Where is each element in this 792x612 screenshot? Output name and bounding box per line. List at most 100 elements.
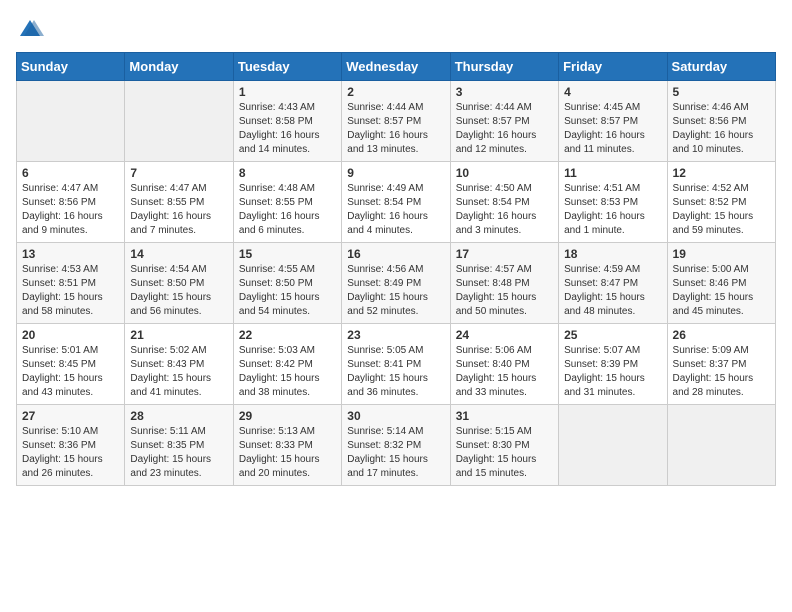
day-info: Sunrise: 4:57 AMSunset: 8:48 PMDaylight:… <box>456 263 553 319</box>
day-number: 14 <box>130 247 227 261</box>
day-info: Sunrise: 5:01 AMSunset: 8:45 PMDaylight:… <box>22 344 119 400</box>
calendar-cell: 16Sunrise: 4:56 AMSunset: 8:49 PMDayligh… <box>342 243 450 324</box>
header-tuesday: Tuesday <box>233 53 341 81</box>
logo <box>16 16 48 44</box>
calendar-cell: 12 Sunrise: 4:52 AMSunset: 8:52 PMDayligh… <box>667 162 775 243</box>
day-number: 19 <box>673 247 770 261</box>
day-info: Sunrise: 4:55 AMSunset: 8:50 PMDaylight:… <box>239 263 336 319</box>
day-info: Sunrise: 4:43 AMSunset: 8:58 PMDaylight:… <box>239 101 336 157</box>
day-info: Sunrise: 5:14 AMSunset: 8:32 PMDaylight:… <box>347 425 444 481</box>
day-number: 31 <box>456 409 553 423</box>
header-monday: Monday <box>125 53 233 81</box>
day-info: Sunrise: 5:15 AMSunset: 8:30 PMDaylight:… <box>456 425 553 481</box>
day-number: 6 <box>22 166 119 180</box>
calendar-cell: 27 Sunrise: 5:10 AMSunset: 8:36 PMDayligh… <box>17 405 125 486</box>
day-number: 12 <box>673 166 770 180</box>
calendar-cell: 31 Sunrise: 5:15 AMSunset: 8:30 PMDayligh… <box>450 405 558 486</box>
calendar-cell: 4 Sunrise: 4:45 AMSunset: 8:57 PMDaylight… <box>559 81 667 162</box>
day-number: 22 <box>239 328 336 342</box>
day-info: Sunrise: 4:44 AMSunset: 8:57 PMDaylight:… <box>456 101 553 157</box>
calendar-cell: 28 Sunrise: 5:11 AMSunset: 8:35 PMDayligh… <box>125 405 233 486</box>
calendar-cell: 8Sunrise: 4:48 AMSunset: 8:55 PMDaylight… <box>233 162 341 243</box>
day-number: 23 <box>347 328 444 342</box>
day-info: Sunrise: 4:54 AMSunset: 8:50 PMDaylight:… <box>130 263 227 319</box>
day-info: Sunrise: 5:13 AMSunset: 8:33 PMDaylight:… <box>239 425 336 481</box>
day-info: Sunrise: 4:47 AMSunset: 8:55 PMDaylight:… <box>130 182 227 238</box>
page-header <box>16 16 776 44</box>
day-info: Sunrise: 5:09 AMSunset: 8:37 PMDaylight:… <box>673 344 770 400</box>
day-number: 11 <box>564 166 661 180</box>
calendar-cell: 25 Sunrise: 5:07 AMSunset: 8:39 PMDayligh… <box>559 324 667 405</box>
day-info: Sunrise: 4:45 AMSunset: 8:57 PMDaylight:… <box>564 101 661 157</box>
logo-icon <box>16 16 44 44</box>
calendar-cell: 6 Sunrise: 4:47 AMSunset: 8:56 PMDaylight… <box>17 162 125 243</box>
calendar-cell: 19Sunrise: 5:00 AMSunset: 8:46 PMDayligh… <box>667 243 775 324</box>
day-number: 20 <box>22 328 119 342</box>
day-number: 3 <box>456 85 553 99</box>
day-info: Sunrise: 5:11 AMSunset: 8:35 PMDaylight:… <box>130 425 227 481</box>
week-row-5: 27 Sunrise: 5:10 AMSunset: 8:36 PMDayligh… <box>17 405 776 486</box>
calendar-cell: 1Sunrise: 4:43 AMSunset: 8:58 PMDaylight… <box>233 81 341 162</box>
day-info: Sunrise: 4:53 AMSunset: 8:51 PMDaylight:… <box>22 263 119 319</box>
calendar-cell: 17 Sunrise: 4:57 AMSunset: 8:48 PMDayligh… <box>450 243 558 324</box>
calendar-cell: 29 Sunrise: 5:13 AMSunset: 8:33 PMDayligh… <box>233 405 341 486</box>
calendar-cell: 7Sunrise: 4:47 AMSunset: 8:55 PMDaylight… <box>125 162 233 243</box>
calendar-cell <box>667 405 775 486</box>
calendar-cell <box>125 81 233 162</box>
day-number: 24 <box>456 328 553 342</box>
week-row-1: 1Sunrise: 4:43 AMSunset: 8:58 PMDaylight… <box>17 81 776 162</box>
day-info: Sunrise: 4:52 AMSunset: 8:52 PMDaylight:… <box>673 182 770 238</box>
header-saturday: Saturday <box>667 53 775 81</box>
day-number: 17 <box>456 247 553 261</box>
calendar-cell: 15 Sunrise: 4:55 AMSunset: 8:50 PMDayligh… <box>233 243 341 324</box>
header-thursday: Thursday <box>450 53 558 81</box>
day-number: 28 <box>130 409 227 423</box>
week-row-3: 13 Sunrise: 4:53 AMSunset: 8:51 PMDayligh… <box>17 243 776 324</box>
calendar-table: SundayMondayTuesdayWednesdayThursdayFrid… <box>16 52 776 486</box>
day-number: 15 <box>239 247 336 261</box>
day-number: 21 <box>130 328 227 342</box>
calendar-cell: 23 Sunrise: 5:05 AMSunset: 8:41 PMDayligh… <box>342 324 450 405</box>
day-number: 4 <box>564 85 661 99</box>
day-number: 29 <box>239 409 336 423</box>
day-number: 18 <box>564 247 661 261</box>
calendar-cell: 10Sunrise: 4:50 AMSunset: 8:54 PMDayligh… <box>450 162 558 243</box>
week-row-2: 6 Sunrise: 4:47 AMSunset: 8:56 PMDaylight… <box>17 162 776 243</box>
day-info: Sunrise: 4:47 AMSunset: 8:56 PMDaylight:… <box>22 182 119 238</box>
day-info: Sunrise: 4:44 AMSunset: 8:57 PMDaylight:… <box>347 101 444 157</box>
calendar-cell: 30 Sunrise: 5:14 AMSunset: 8:32 PMDayligh… <box>342 405 450 486</box>
header-friday: Friday <box>559 53 667 81</box>
calendar-cell: 21 Sunrise: 5:02 AMSunset: 8:43 PMDayligh… <box>125 324 233 405</box>
day-number: 25 <box>564 328 661 342</box>
calendar-cell: 22 Sunrise: 5:03 AMSunset: 8:42 PMDayligh… <box>233 324 341 405</box>
day-info: Sunrise: 4:51 AMSunset: 8:53 PMDaylight:… <box>564 182 661 238</box>
day-info: Sunrise: 4:50 AMSunset: 8:54 PMDaylight:… <box>456 182 553 238</box>
day-info: Sunrise: 5:07 AMSunset: 8:39 PMDaylight:… <box>564 344 661 400</box>
header-wednesday: Wednesday <box>342 53 450 81</box>
day-info: Sunrise: 4:46 AMSunset: 8:56 PMDaylight:… <box>673 101 770 157</box>
day-number: 5 <box>673 85 770 99</box>
day-info: Sunrise: 5:10 AMSunset: 8:36 PMDaylight:… <box>22 425 119 481</box>
day-info: Sunrise: 4:56 AMSunset: 8:49 PMDaylight:… <box>347 263 444 319</box>
day-info: Sunrise: 5:02 AMSunset: 8:43 PMDaylight:… <box>130 344 227 400</box>
calendar-cell: 3 Sunrise: 4:44 AMSunset: 8:57 PMDaylight… <box>450 81 558 162</box>
day-number: 26 <box>673 328 770 342</box>
calendar-cell: 2 Sunrise: 4:44 AMSunset: 8:57 PMDaylight… <box>342 81 450 162</box>
calendar-cell: 24 Sunrise: 5:06 AMSunset: 8:40 PMDayligh… <box>450 324 558 405</box>
day-number: 27 <box>22 409 119 423</box>
day-info: Sunrise: 5:05 AMSunset: 8:41 PMDaylight:… <box>347 344 444 400</box>
day-number: 2 <box>347 85 444 99</box>
day-number: 30 <box>347 409 444 423</box>
day-info: Sunrise: 4:49 AMSunset: 8:54 PMDaylight:… <box>347 182 444 238</box>
week-row-4: 20 Sunrise: 5:01 AMSunset: 8:45 PMDayligh… <box>17 324 776 405</box>
calendar-cell: 5 Sunrise: 4:46 AMSunset: 8:56 PMDaylight… <box>667 81 775 162</box>
day-info: Sunrise: 5:06 AMSunset: 8:40 PMDaylight:… <box>456 344 553 400</box>
calendar-cell: 20 Sunrise: 5:01 AMSunset: 8:45 PMDayligh… <box>17 324 125 405</box>
calendar-cell: 26 Sunrise: 5:09 AMSunset: 8:37 PMDayligh… <box>667 324 775 405</box>
day-info: Sunrise: 5:03 AMSunset: 8:42 PMDaylight:… <box>239 344 336 400</box>
day-number: 8 <box>239 166 336 180</box>
day-info: Sunrise: 4:59 AMSunset: 8:47 PMDaylight:… <box>564 263 661 319</box>
calendar-cell <box>559 405 667 486</box>
day-number: 13 <box>22 247 119 261</box>
header-sunday: Sunday <box>17 53 125 81</box>
